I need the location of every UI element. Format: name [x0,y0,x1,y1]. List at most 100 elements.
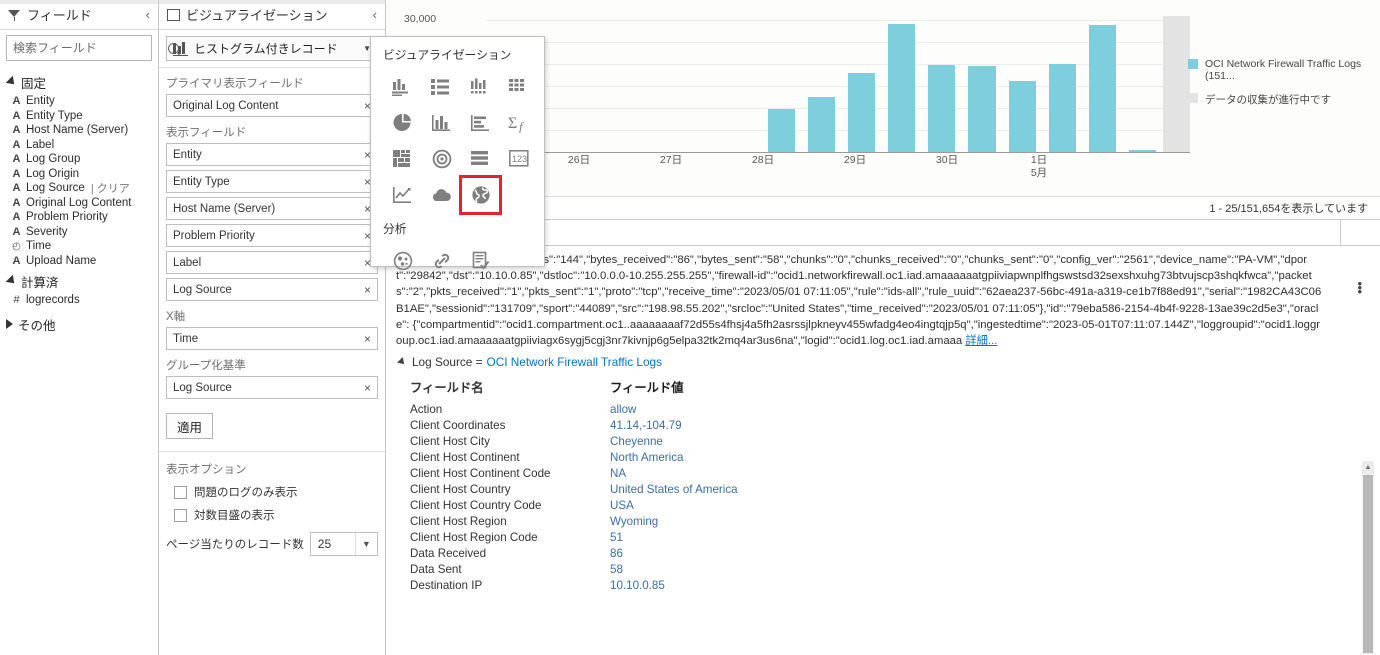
chip-entity[interactable]: Entity× [166,143,378,166]
field-item-label[interactable]: ALabel [6,138,158,153]
field-item-time[interactable]: ◴Time [6,239,158,254]
results-vertical-scrollbar[interactable]: ▲ [1362,461,1374,655]
field-item-original-log-content[interactable]: AOriginal Log Content [6,196,158,211]
details-link[interactable]: 詳細... [965,335,997,347]
text-field-icon: A [10,197,23,209]
bar[interactable] [888,24,915,153]
table-row: Client Coordinates41.14,-104.79 [410,418,1370,434]
chevron-down-icon: ▼ [355,533,377,555]
option-log-scale[interactable]: 対数目盛の表示 [174,507,378,523]
chip-problem-priority[interactable]: Problem Priority× [166,224,378,247]
field-item-upload-name[interactable]: AUpload Name [6,254,158,269]
field-item-host-name[interactable]: AHost Name (Server) [6,123,158,138]
field-item-log-source[interactable]: ALog Source| クリア [6,181,158,196]
bar-histogram-icon[interactable] [461,69,500,105]
field-value[interactable]: North America [610,450,683,466]
field-value[interactable]: 58 [610,562,623,578]
legend-item-traffic-logs[interactable]: OCI Network Firewall Traffic Logs (151..… [1188,58,1370,82]
field-value[interactable]: 86 [610,546,623,562]
chip-label[interactable]: Label× [166,251,378,274]
field-group-label: その他 [18,315,56,334]
stacked-rows-icon[interactable] [461,141,500,177]
bar[interactable] [848,73,875,153]
bar[interactable] [1089,25,1116,153]
records-per-page-select[interactable]: 25 ▼ [310,532,378,556]
remove-chip-icon[interactable]: × [364,381,371,395]
field-item-log-group[interactable]: ALog Group [6,152,158,167]
scroll-up-arrow-icon[interactable]: ▲ [1362,461,1374,474]
chip-primary-original-log-content[interactable]: Original Log Content × [166,94,378,117]
log-report-icon[interactable] [461,243,500,279]
remove-chip-icon[interactable]: × [364,283,371,297]
chip-entity-type[interactable]: Entity Type× [166,170,378,193]
list-icon[interactable] [422,69,461,105]
field-item-log-origin[interactable]: ALog Origin [6,167,158,182]
chip-group-by-log-source[interactable]: Log Source× [166,376,378,399]
field-item-entity[interactable]: AEntity [6,94,158,109]
chart-plot-area [486,20,1190,153]
search-input[interactable] [13,41,168,55]
bar[interactable] [1049,64,1076,153]
map-globe-icon[interactable] [461,177,500,213]
records-with-histogram-icon[interactable] [383,69,422,105]
field-value[interactable]: United States of America [610,482,738,498]
field-group-other[interactable]: その他 [6,315,158,334]
checkbox-problem-logs-only[interactable] [174,486,187,499]
field-value[interactable]: allow [610,402,636,418]
chip-x-axis-time[interactable]: Time× [166,327,378,350]
checkbox-log-scale[interactable] [174,509,187,522]
chip-host-name[interactable]: Host Name (Server)× [166,197,378,220]
horizontal-bar-icon[interactable] [461,105,500,141]
visualization-panel-collapse-icon[interactable]: ‹ [373,7,377,22]
line-chart-icon[interactable] [383,177,422,213]
viz-type-dropdown[interactable]: ヒストグラム付きレコード ▼ [166,36,378,61]
clear-filter-link[interactable]: | クリア [91,180,130,196]
option-label: 問題のログのみ表示 [194,484,298,500]
bar[interactable] [1009,81,1036,153]
chip-log-source[interactable]: Log Source× [166,278,378,301]
field-group-fixed[interactable]: 固定 [6,73,158,92]
field-value[interactable]: USA [610,498,634,514]
field-item-severity[interactable]: ASeverity [6,225,158,240]
word-cloud-icon[interactable] [422,177,461,213]
remove-chip-icon[interactable]: × [364,332,371,346]
more-options-icon[interactable]: ••• [1357,282,1362,294]
column-chart-icon[interactable] [422,105,461,141]
field-item-entity-type[interactable]: AEntity Type [6,109,158,124]
option-problem-logs-only[interactable]: 問題のログのみ表示 [174,484,378,500]
text-field-icon: A [10,153,23,165]
field-value[interactable]: 41.14,-104.79 [610,418,682,434]
radial-target-icon[interactable] [422,141,461,177]
legend-item-collection-pending[interactable]: データの収集が進行中です [1188,92,1370,107]
field-value[interactable]: NA [610,466,626,482]
bar[interactable] [928,65,955,153]
log-source-value[interactable]: OCI Network Firewall Traffic Logs [487,355,662,369]
bar[interactable] [768,109,795,153]
bar[interactable] [968,66,995,153]
field-group-computed[interactable]: 計算済 [6,272,158,291]
numeric-123-icon[interactable]: 123 [500,141,539,177]
bar-data-collection-pending[interactable] [1163,16,1190,153]
field-group-fixed-items: AEntity AEntity Type AHost Name (Server)… [6,94,158,268]
field-item-logrecords[interactable]: #logrecords [6,293,158,308]
link-icon[interactable] [422,243,461,279]
bar[interactable] [808,97,835,153]
table-grid-icon[interactable] [500,69,539,105]
scrollbar-thumb[interactable] [1363,475,1373,653]
field-search-row[interactable] [6,35,152,61]
field-item-problem-priority[interactable]: AProblem Priority [6,210,158,225]
cluster-icon[interactable] [383,243,422,279]
field-value[interactable]: 10.10.0.85 [610,578,665,594]
summary-sigma-icon[interactable]: Σ f [500,105,539,141]
popup-section-analysis-title: 分析 [371,213,544,243]
chart-x-ticks: 26日 27日 28日 29日 30日 1日 5月 [486,154,1190,186]
visualization-panel: ビジュアライゼーション ‹ ヒストグラム付きレコード ▼ プライマリ表示フィール… [159,0,386,655]
field-value[interactable]: Wyoming [610,514,658,530]
field-value[interactable]: Cheyenne [610,434,663,450]
log-source-row[interactable]: Log Source = OCI Network Firewall Traffi… [398,355,1370,369]
apply-button[interactable]: 適用 [166,413,213,439]
pie-chart-icon[interactable] [383,105,422,141]
treemap-icon[interactable] [383,141,422,177]
field-value[interactable]: 51 [610,530,623,546]
fields-panel-collapse-icon[interactable]: ‹ [146,7,150,22]
